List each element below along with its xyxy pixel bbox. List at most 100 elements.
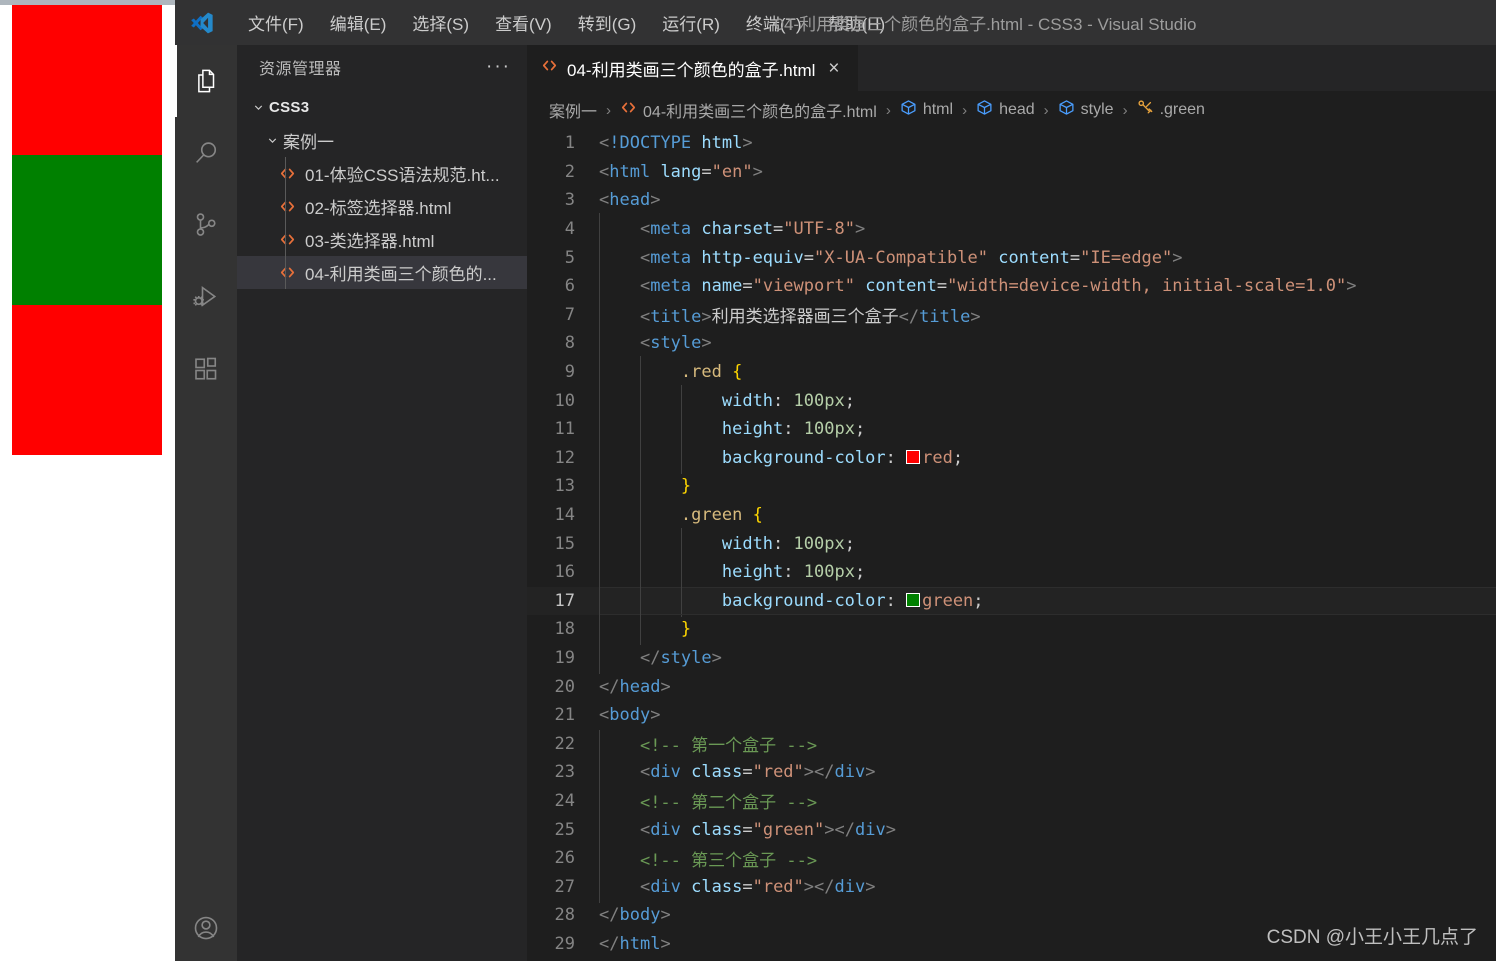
code-text: width: 100px; <box>599 527 855 560</box>
code-line[interactable]: 12 background-color: red; <box>527 441 1496 474</box>
menu-terminal[interactable]: 终端(T) <box>733 6 815 39</box>
code-line[interactable]: 1 <!DOCTYPE html> <box>527 129 1496 158</box>
breadcrumb-item[interactable]: 04-利用类画三个颜色的盒子.html <box>620 98 877 122</box>
code-line[interactable]: 8 <style> <box>527 327 1496 360</box>
tree-file-item[interactable]: 03-类选择器.html <box>237 223 527 256</box>
code-token: : <box>773 390 794 411</box>
code-token: ; <box>844 390 855 411</box>
close-icon[interactable]: × <box>824 57 843 80</box>
code-line[interactable]: 25 <div class="green"></div> <box>527 813 1496 846</box>
code-text: height: 100px; <box>599 413 865 446</box>
breadcrumb-item[interactable]: html <box>900 99 953 121</box>
code-token: </ <box>898 307 920 328</box>
menu-go[interactable]: 转到(G) <box>565 6 650 39</box>
code-line[interactable]: 14 .green { <box>527 499 1496 532</box>
tree-root-css3[interactable]: CSS3 <box>237 91 527 124</box>
tree-file-item[interactable]: 04-利用类画三个颜色的... <box>237 256 527 289</box>
color-swatch-icon[interactable] <box>906 449 921 464</box>
color-swatch-icon[interactable] <box>906 592 921 607</box>
code-line[interactable]: 27 <div class="red"></div> <box>527 870 1496 903</box>
code-line[interactable]: 15 width: 100px; <box>527 527 1496 560</box>
code-text: <style> <box>599 327 712 360</box>
code-token: "red" <box>752 762 804 783</box>
tree-file-item[interactable]: 01-体验CSS语法规范.ht... <box>237 157 527 190</box>
code-token: > <box>1346 276 1357 297</box>
breadcrumb-item[interactable]: 案例一 <box>549 98 597 122</box>
html-file-icon <box>275 165 299 182</box>
code-line[interactable]: 16 height: 100px; <box>527 556 1496 589</box>
code-line[interactable]: 7 <title>利用类选择器画三个盒子</title> <box>527 301 1496 334</box>
code-token: div <box>854 819 886 840</box>
code-line[interactable]: 4 <meta charset="UTF-8"> <box>527 213 1496 246</box>
code-line[interactable]: 5 <meta http-equiv="X-UA-Compatible" con… <box>527 241 1496 274</box>
code-token: title <box>650 307 702 328</box>
menu-view[interactable]: 查看(V) <box>482 6 565 39</box>
code-line[interactable]: 26 <!-- 第三个盒子 --> <box>527 844 1496 877</box>
breadcrumb-item[interactable]: style <box>1058 99 1114 121</box>
code-token: < <box>639 333 651 354</box>
code-token: style <box>660 647 712 668</box>
menu-edit[interactable]: 编辑(E) <box>317 6 400 39</box>
html-file-icon <box>541 57 558 79</box>
tree-file-item[interactable]: 02-标签选择器.html <box>237 190 527 223</box>
code-line[interactable]: 29 </html> <box>527 930 1496 959</box>
code-text: width: 100px; <box>599 384 855 417</box>
file-tree: CSS3 案例一 01-体验CSS语法规范.ht... 02-标签选择器.html… <box>237 89 527 289</box>
code-line[interactable]: 18 } <box>527 613 1496 646</box>
code-text: </style> <box>599 641 722 674</box>
code-line[interactable]: 19 </style> <box>527 641 1496 674</box>
code-text: height: 100px; <box>599 556 865 589</box>
line-number: 10 <box>554 390 575 411</box>
code-text: .red { <box>599 356 743 389</box>
activity-item-source-control[interactable] <box>175 189 237 261</box>
code-line[interactable]: 6 <meta name="viewport" content="width=d… <box>527 270 1496 303</box>
indent-guide <box>599 499 640 532</box>
code-line[interactable]: 3 <head> <box>527 186 1496 215</box>
code-line[interactable]: 11 height: 100px; <box>527 413 1496 446</box>
activity-item-account[interactable] <box>175 899 237 961</box>
code-token: > <box>660 905 671 926</box>
breadcrumb-item[interactable]: .green <box>1137 99 1205 121</box>
code-line[interactable]: 28 </body> <box>527 901 1496 930</box>
code-token: head <box>609 190 651 211</box>
code-token: > <box>824 819 835 840</box>
code-line[interactable]: 21 <body> <box>527 701 1496 730</box>
code-token: <!-- 第二个盒子 --> <box>639 793 818 814</box>
code-line[interactable]: 17 background-color: green; <box>527 584 1496 617</box>
menu-selection[interactable]: 选择(S) <box>399 6 482 39</box>
menu-file[interactable]: 文件(F) <box>235 6 317 39</box>
code-line[interactable]: 22 <!-- 第一个盒子 --> <box>527 729 1496 763</box>
tree-folder-anli-yi[interactable]: 案例一 <box>237 124 527 157</box>
line-number: 21 <box>554 705 575 726</box>
tab-active-file[interactable]: 04-利用类画三个颜色的盒子.html × <box>527 45 859 91</box>
line-number: 13 <box>554 476 575 497</box>
line-number: 8 <box>564 333 575 354</box>
activity-item-run-debug[interactable] <box>175 261 237 333</box>
code-line[interactable]: 20 </head> <box>527 672 1496 701</box>
code-line[interactable]: 23 <div class="red"></div> <box>527 756 1496 789</box>
breadcrumb-item[interactable]: head <box>976 99 1035 121</box>
code-line[interactable]: 13 } <box>527 470 1496 503</box>
indent-guide <box>599 556 640 589</box>
code-line[interactable]: 10 width: 100px; <box>527 384 1496 417</box>
code-line[interactable]: 9 .red { <box>527 356 1496 389</box>
code-token: > <box>701 333 712 354</box>
indent-guide <box>599 413 640 446</box>
activity-item-extensions[interactable] <box>175 333 237 405</box>
activity-item-search[interactable] <box>175 117 237 189</box>
code-editor[interactable]: 1 <!DOCTYPE html> 2 <html lang="en"> 3 <head>… <box>527 129 1496 961</box>
indent-guide <box>599 641 640 674</box>
code-line[interactable]: 2 <html lang="en"> <box>527 158 1496 187</box>
code-token: content <box>865 276 937 297</box>
tree-file-label: 04-利用类画三个颜色的... <box>305 265 497 284</box>
code-text: <!DOCTYPE html> <box>599 133 753 153</box>
more-actions-icon[interactable]: ··· <box>486 57 511 76</box>
code-line[interactable]: 24 <!-- 第二个盒子 --> <box>527 787 1496 820</box>
indent-guide <box>639 356 681 389</box>
code-text: <div class="red"></div> <box>599 870 875 903</box>
code-token: > <box>660 933 671 954</box>
code-token: { <box>732 362 743 383</box>
menu-run[interactable]: 运行(R) <box>649 6 733 39</box>
activity-item-explorer[interactable] <box>175 45 237 117</box>
menu-help[interactable]: 帮助(H) <box>815 6 899 39</box>
